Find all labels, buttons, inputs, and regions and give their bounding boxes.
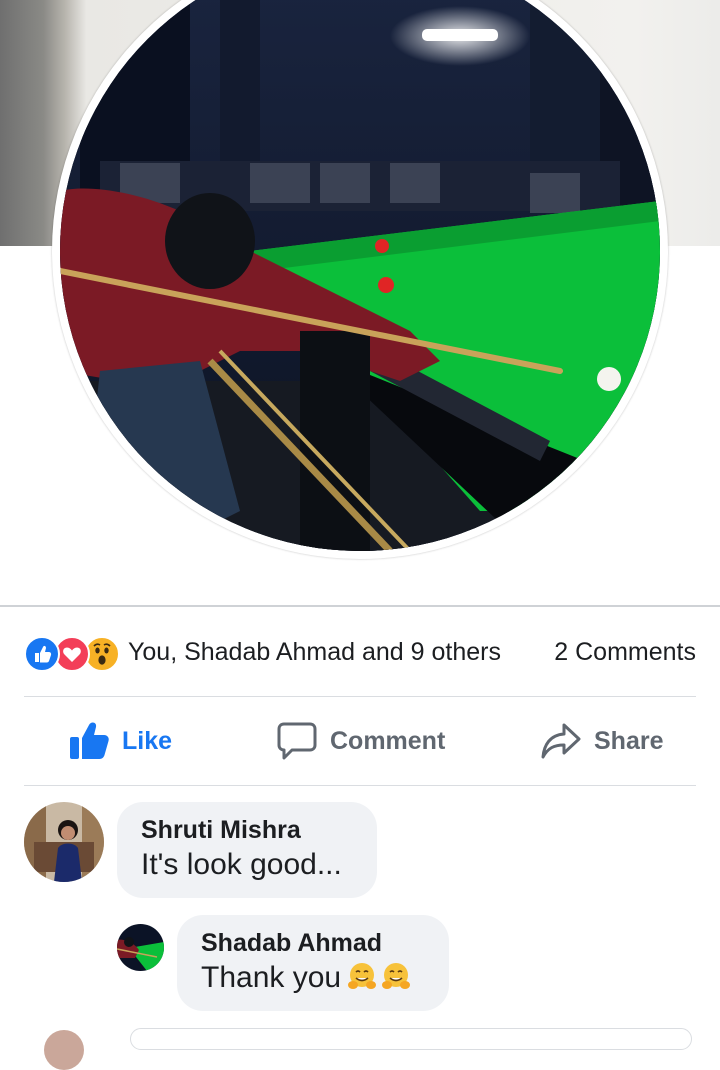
reactions-summary[interactable]: You, Shadab Ahmad and 9 others 2 Comment… — [24, 633, 696, 673]
section-divider — [0, 605, 720, 607]
comment-text: It's look good... — [141, 848, 342, 881]
like-label: Like — [122, 726, 173, 755]
hugging-face-emoji — [347, 961, 377, 1001]
reply-text-line: Thank you — [201, 959, 425, 1001]
divider — [24, 696, 696, 697]
comment-author[interactable]: Shruti Mishra — [141, 814, 353, 846]
avatar-photo — [24, 802, 104, 882]
reply-text: Thank you — [201, 961, 342, 994]
write-comment-input[interactable] — [130, 1028, 692, 1050]
comment-bubble[interactable]: Shruti Mishra It's look good... — [117, 802, 377, 898]
like-button[interactable]: Like — [68, 718, 172, 764]
hugging-face-emoji — [381, 961, 411, 1001]
current-user-avatar[interactable] — [44, 1030, 84, 1070]
share-arrow-icon — [540, 721, 582, 761]
reaction-summary-text[interactable]: You, Shadab Ahmad and 9 others — [128, 638, 501, 667]
comment-bubble-icon — [276, 721, 318, 761]
share-label: Share — [594, 726, 664, 755]
reply-bubble[interactable]: Shadab Ahmad Thank you — [177, 915, 449, 1011]
thumbs-up-icon — [68, 721, 110, 761]
comment-button[interactable]: Comment — [276, 718, 445, 764]
share-button[interactable]: Share — [540, 718, 663, 764]
comment-label: Comment — [330, 726, 446, 755]
like-reaction-icon — [24, 636, 60, 672]
avatar-photo — [117, 924, 164, 971]
comments-count-link[interactable]: 2 Comments — [554, 638, 696, 667]
reply-author-avatar[interactable] — [117, 924, 164, 971]
reaction-icons-group[interactable] — [24, 636, 124, 672]
divider — [24, 785, 696, 786]
commenter-avatar[interactable] — [24, 802, 104, 882]
reply-author[interactable]: Shadab Ahmad — [201, 927, 425, 959]
